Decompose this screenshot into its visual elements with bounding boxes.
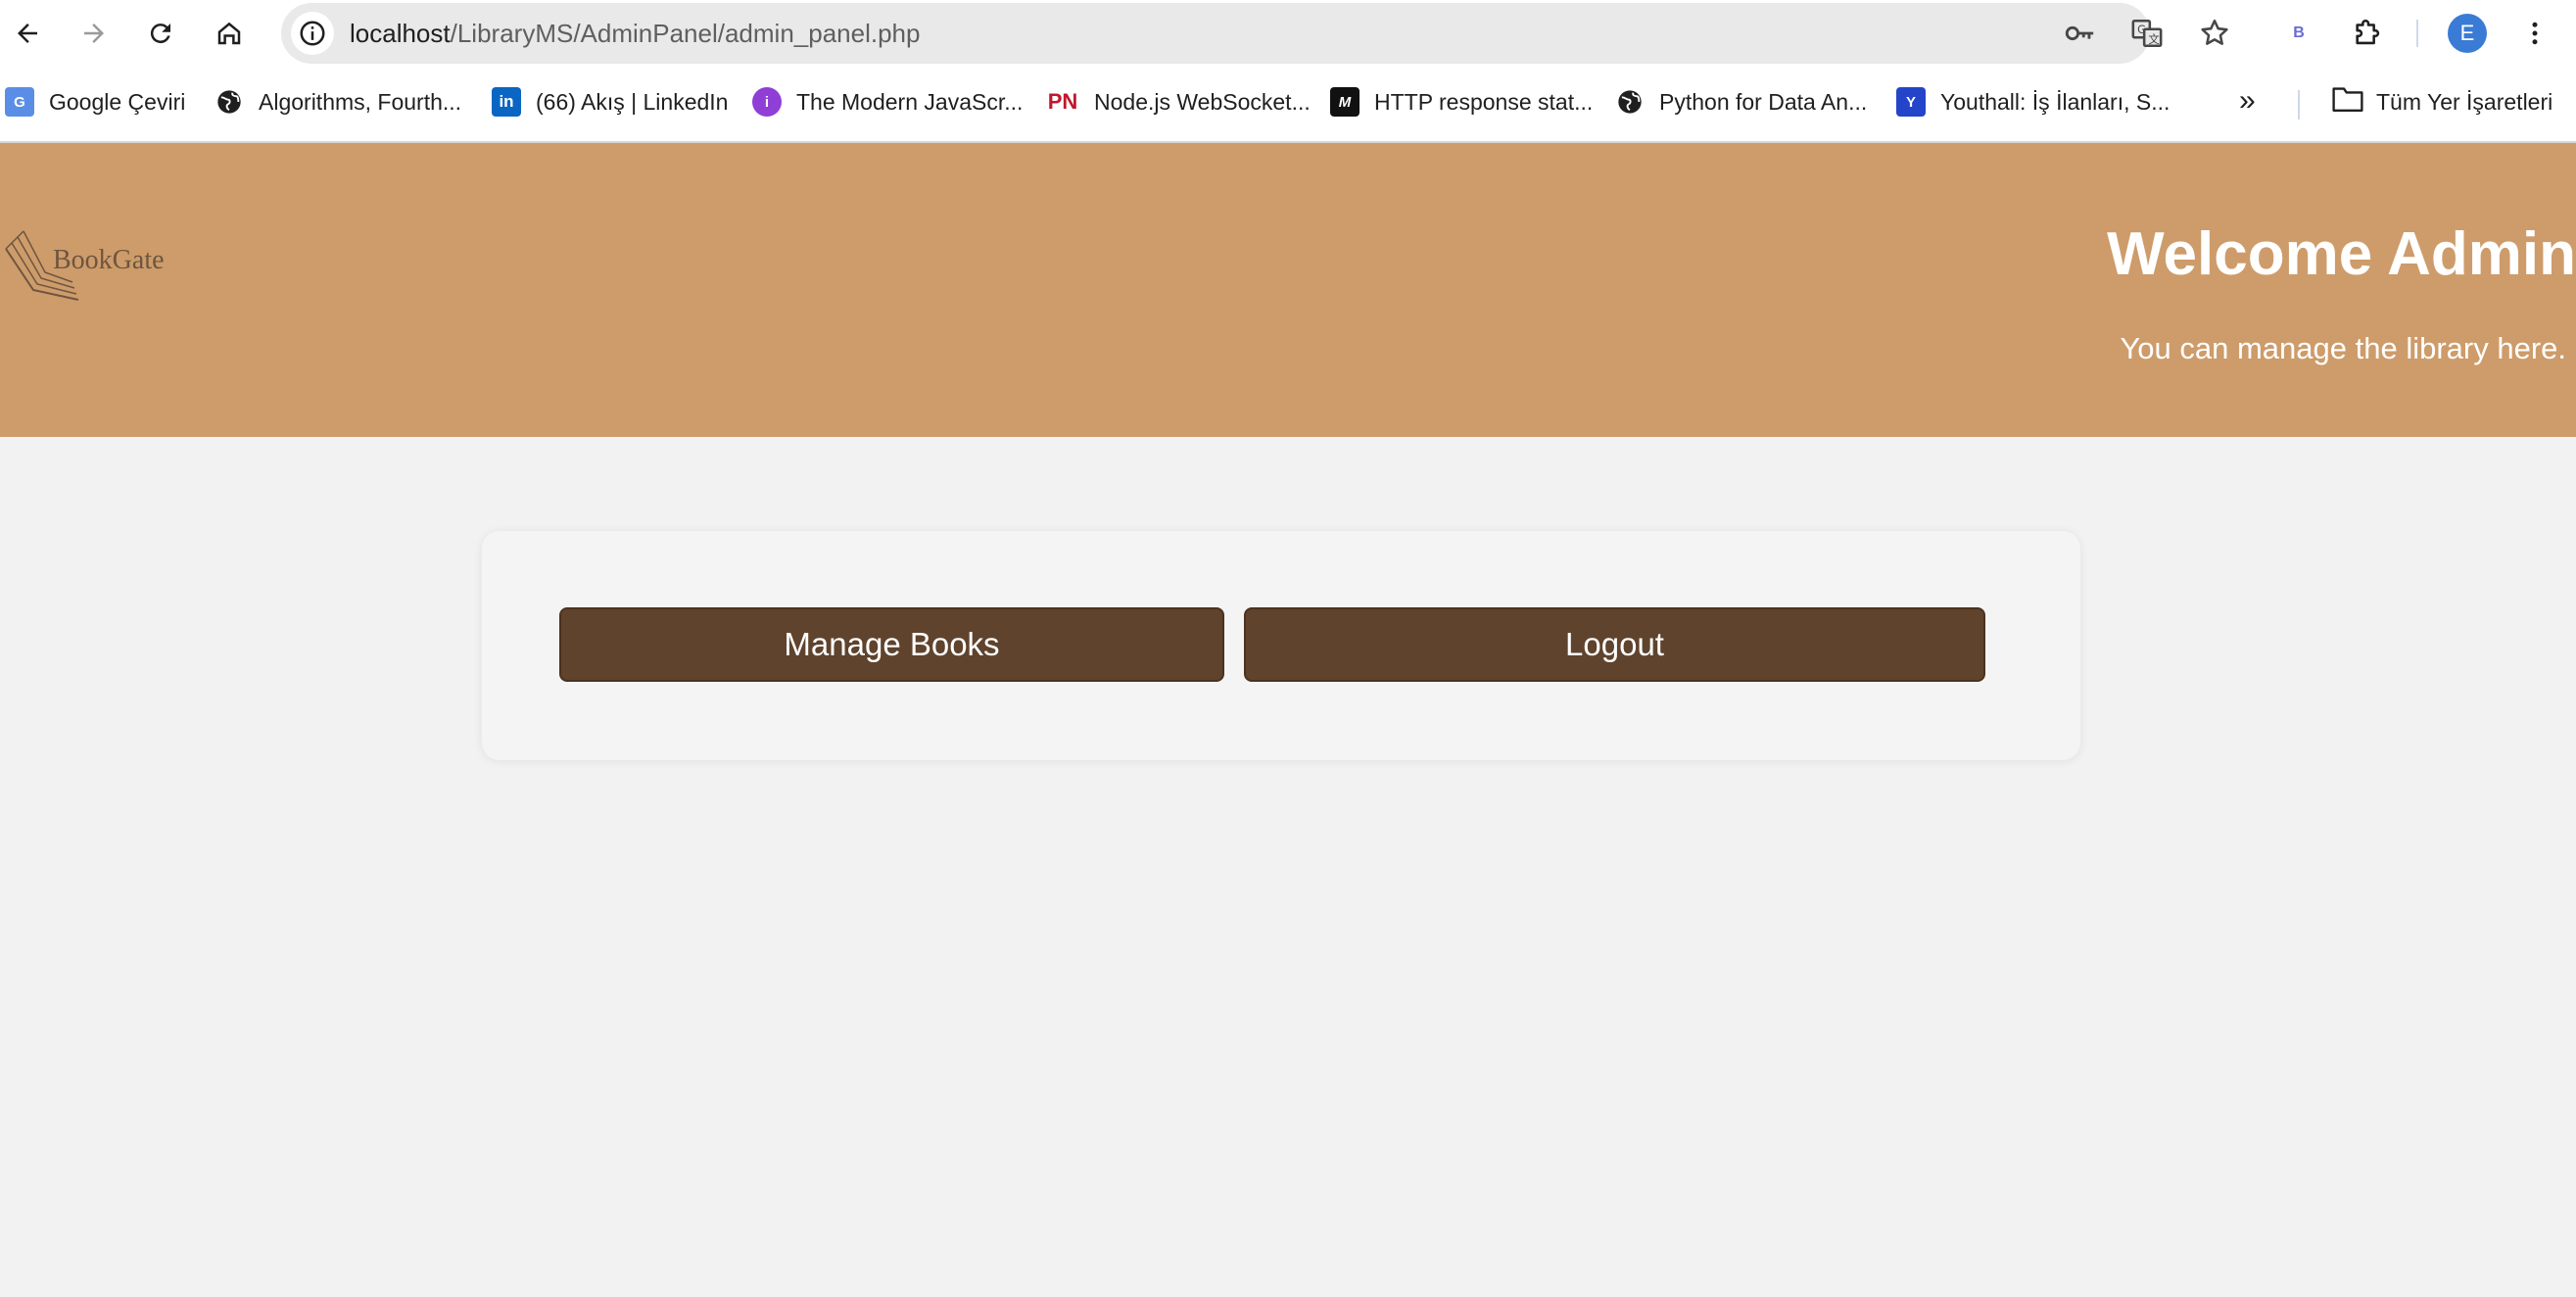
admin-actions-card: Manage Books Logout: [482, 531, 2080, 760]
javascript-info-icon: i: [752, 87, 782, 117]
logo-text: BookGate: [53, 245, 165, 275]
browser-toolbar: localhost/LibraryMS/AdminPanel/admin_pan…: [0, 0, 2576, 67]
site-info-icon[interactable]: [291, 12, 334, 55]
globe-icon: [1615, 87, 1645, 117]
toolbar-divider: [2416, 20, 2418, 47]
bookmark-http-response[interactable]: M HTTP response stat...: [1330, 82, 1593, 121]
home-icon[interactable]: [202, 6, 257, 61]
forward-icon[interactable]: [67, 6, 121, 61]
bookmark-label: Youthall: İş İlanları, S...: [1940, 88, 2171, 115]
youthall-icon: Y: [1896, 87, 1926, 117]
url-host: localhost: [350, 19, 451, 48]
bookmark-label: Tüm Yer İşaretleri: [2376, 88, 2553, 115]
bookmark-label: (66) Akış | LinkedIn: [536, 88, 729, 115]
bookmark-nodejs-websocket[interactable]: PN Node.js WebSocket...: [1046, 82, 1311, 121]
bookmark-label: The Modern JavaScr...: [796, 88, 1024, 115]
bookmarks-divider: [2298, 90, 2300, 120]
bookgate-logo: BookGate: [4, 229, 165, 308]
svg-text:文: 文: [2148, 32, 2159, 46]
url-text[interactable]: localhost/LibraryMS/AdminPanel/admin_pan…: [350, 3, 920, 64]
folder-icon: [2331, 84, 2376, 120]
extension-b-label: B: [2293, 24, 2305, 41]
translate-icon[interactable]: G文: [2127, 14, 2167, 53]
more-menu-icon[interactable]: [2513, 6, 2556, 61]
bookmark-google-ceviri[interactable]: G Google Çeviri: [5, 82, 185, 121]
bookmark-youthall[interactable]: Y Youthall: İş İlanları, S...: [1896, 82, 2170, 121]
reload-icon[interactable]: [133, 6, 188, 61]
extension-b-icon[interactable]: B: [2277, 6, 2320, 61]
google-translate-icon: G: [5, 87, 34, 117]
bookmark-label: HTTP response stat...: [1374, 88, 1594, 115]
bookmark-label: Python for Data An...: [1659, 88, 1868, 115]
mdn-icon: M: [1330, 87, 1360, 117]
bookmark-label: Node.js WebSocket...: [1094, 88, 1311, 115]
bookmarks-bar: G Google Çeviri Algorithms, Fourth... in…: [0, 67, 2576, 143]
bookmark-linkedin[interactable]: in (66) Akış | LinkedIn: [492, 82, 728, 121]
svg-text:G: G: [2137, 23, 2146, 36]
page-title: Welcome Admin: [2107, 220, 2576, 288]
bookmark-star-icon[interactable]: [2195, 14, 2234, 53]
profile-avatar[interactable]: E: [2446, 6, 2489, 61]
page-header: BookGate Welcome Admin You can manage th…: [0, 143, 2576, 437]
page-subtitle: You can manage the library here.: [2120, 331, 2566, 365]
password-key-icon[interactable]: [2060, 14, 2099, 53]
extensions-puzzle-icon[interactable]: [2341, 6, 2396, 61]
linkedin-icon: in: [492, 87, 521, 117]
address-bar[interactable]: localhost/LibraryMS/AdminPanel/admin_pan…: [281, 3, 2228, 64]
pn-icon: PN: [1047, 89, 1078, 114]
url-path: /LibraryMS/AdminPanel/admin_panel.php: [450, 19, 921, 48]
bookmark-python-data[interactable]: Python for Data An...: [1615, 82, 1867, 121]
back-icon[interactable]: [0, 6, 55, 61]
bookmark-modern-javascript[interactable]: i The Modern JavaScr...: [752, 82, 1023, 121]
profile-initial: E: [2448, 14, 2487, 53]
bookmark-label: Algorithms, Fourth...: [259, 88, 462, 115]
manage-books-button[interactable]: Manage Books: [559, 607, 1224, 682]
more-bookmarks-chevron-icon[interactable]: »: [2239, 84, 2256, 118]
bookmark-all-bookmarks[interactable]: Tüm Yer İşaretleri: [2331, 82, 2552, 121]
logout-button[interactable]: Logout: [1244, 607, 1985, 682]
globe-icon: [215, 87, 244, 117]
bookmark-label: Google Çeviri: [49, 88, 186, 115]
bookmark-algorithms[interactable]: Algorithms, Fourth...: [215, 82, 461, 121]
